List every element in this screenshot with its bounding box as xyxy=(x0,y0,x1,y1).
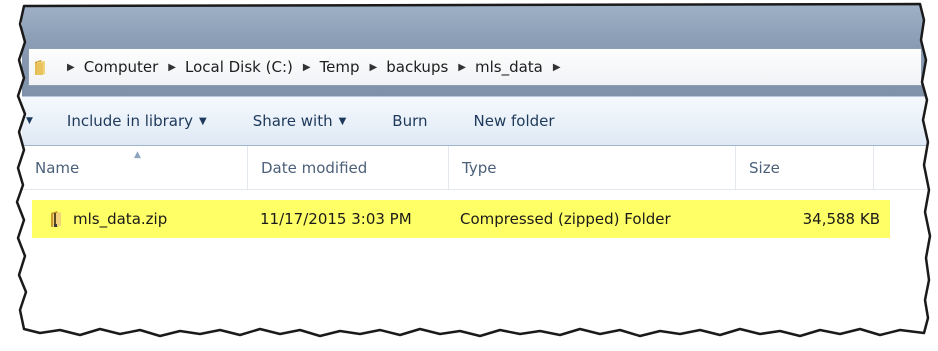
organize-dropdown-icon[interactable]: ▼ xyxy=(26,116,33,126)
file-date: 11/17/2015 3:03 PM xyxy=(260,210,412,228)
file-name: mls_data.zip xyxy=(73,210,168,228)
caret-down-icon: ▼ xyxy=(199,115,207,127)
caret-down-icon: ▼ xyxy=(338,115,347,127)
chevron-right-icon[interactable]: ▶ xyxy=(458,62,466,73)
breadcrumb-label: Temp xyxy=(319,58,360,76)
breadcrumb-local-disk[interactable]: Local Disk (C:) ▶ xyxy=(185,58,320,76)
column-date-label: Date modified xyxy=(261,159,368,177)
include-in-library-label: Include in library xyxy=(66,112,193,130)
burn-button[interactable]: Burn xyxy=(392,112,427,130)
chevron-right-icon[interactable]: ▶ xyxy=(303,62,311,73)
breadcrumb-label: backups xyxy=(386,58,449,76)
address-bar[interactable]: ▶ Computer ▶ Local Disk (C:) ▶ Temp ▶ backu… xyxy=(28,48,922,86)
zip-folder-icon xyxy=(50,209,68,229)
chevron-right-icon[interactable]: ▶ xyxy=(370,62,378,73)
column-type[interactable]: Type xyxy=(449,146,736,190)
file-type: Compressed (zipped) Folder xyxy=(460,210,671,228)
column-header: ▲ Name Date modified Type Size xyxy=(22,146,930,190)
breadcrumb-label: Local Disk (C:) xyxy=(184,58,293,76)
breadcrumb-computer[interactable]: Computer ▶ xyxy=(84,58,185,76)
share-with-button[interactable]: Share with ▼ xyxy=(253,112,347,130)
folder-icon xyxy=(33,56,57,78)
chevron-right-icon[interactable]: ▶ xyxy=(67,62,75,73)
new-folder-button[interactable]: New folder xyxy=(474,112,555,130)
breadcrumb-start[interactable]: ▶ xyxy=(57,62,84,73)
include-in-library-button[interactable]: Include in library ▼ xyxy=(67,112,207,130)
column-name-label: Name xyxy=(35,159,80,177)
explorer-window: ▶ Computer ▶ Local Disk (C:) ▶ Temp ▶ backu… xyxy=(22,4,930,334)
file-size: 34,588 KB xyxy=(802,210,880,228)
column-size[interactable]: Size xyxy=(736,146,874,190)
column-name[interactable]: Name xyxy=(22,146,248,190)
file-row[interactable]: mls_data.zip 11/17/2015 3:03 PM Compress… xyxy=(32,200,890,238)
breadcrumb-label: mls_data xyxy=(474,58,543,76)
column-size-label: Size xyxy=(749,159,780,177)
column-type-label: Type xyxy=(462,159,497,177)
command-bar: ▼ Include in library ▼ Share with ▼ Burn N… xyxy=(22,96,930,146)
breadcrumb-backups[interactable]: backups ▶ xyxy=(386,58,475,76)
chevron-right-icon[interactable]: ▶ xyxy=(553,62,561,73)
chevron-right-icon[interactable]: ▶ xyxy=(168,62,176,73)
breadcrumb-label: Computer xyxy=(83,58,159,76)
breadcrumb-mls-data[interactable]: mls_data ▶ xyxy=(475,58,570,76)
breadcrumb-temp[interactable]: Temp ▶ xyxy=(320,58,387,76)
column-date-modified[interactable]: Date modified xyxy=(248,146,449,190)
share-with-label: Share with xyxy=(252,112,333,130)
file-name-cell: mls_data.zip xyxy=(50,200,167,238)
